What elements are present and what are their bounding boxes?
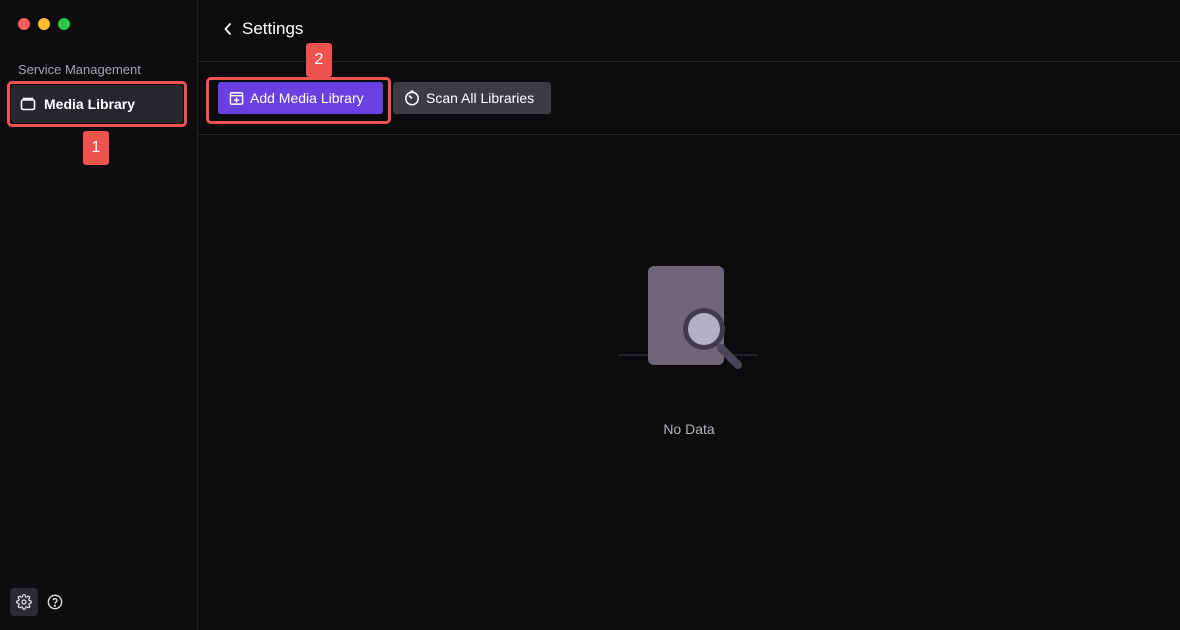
add-box-icon (229, 91, 244, 106)
app-window: Service Management Media Library Setting… (0, 0, 1180, 630)
window-controls (18, 18, 70, 30)
help-button[interactable] (46, 588, 64, 616)
folder-icon (20, 96, 36, 112)
document-search-icon (616, 263, 760, 378)
scan-timer-icon (404, 90, 420, 106)
back-button[interactable] (218, 18, 238, 40)
empty-state: No Data (198, 135, 1180, 630)
zoom-window-button[interactable] (58, 18, 70, 30)
close-window-button[interactable] (18, 18, 30, 30)
toolbar: Add Media Library Scan All Libraries (198, 62, 1180, 135)
sidebar-footer (10, 588, 64, 616)
scan-all-libraries-button[interactable]: Scan All Libraries (393, 82, 551, 114)
gear-icon (16, 594, 32, 610)
settings-button[interactable] (10, 588, 38, 616)
sidebar-item-media-library[interactable]: Media Library (11, 85, 183, 123)
sidebar-item-label: Media Library (44, 96, 136, 112)
chevron-left-icon (223, 22, 233, 36)
empty-state-text: No Data (663, 421, 715, 437)
add-media-library-button[interactable]: Add Media Library (218, 82, 383, 114)
scan-all-libraries-label: Scan All Libraries (426, 90, 535, 106)
annotation-badge-1: 1 (83, 131, 109, 165)
add-media-library-label: Add Media Library (250, 90, 364, 106)
sidebar: Service Management Media Library (0, 0, 198, 630)
page-title: Settings (242, 19, 304, 38)
main-panel: Settings Add Media Library Scan All Libr… (198, 0, 1180, 630)
help-icon (47, 594, 63, 610)
annotation-badge-2: 2 (306, 43, 332, 77)
sidebar-section-label: Service Management (18, 62, 141, 77)
minimize-window-button[interactable] (38, 18, 50, 30)
page-header: Settings (198, 0, 1180, 62)
